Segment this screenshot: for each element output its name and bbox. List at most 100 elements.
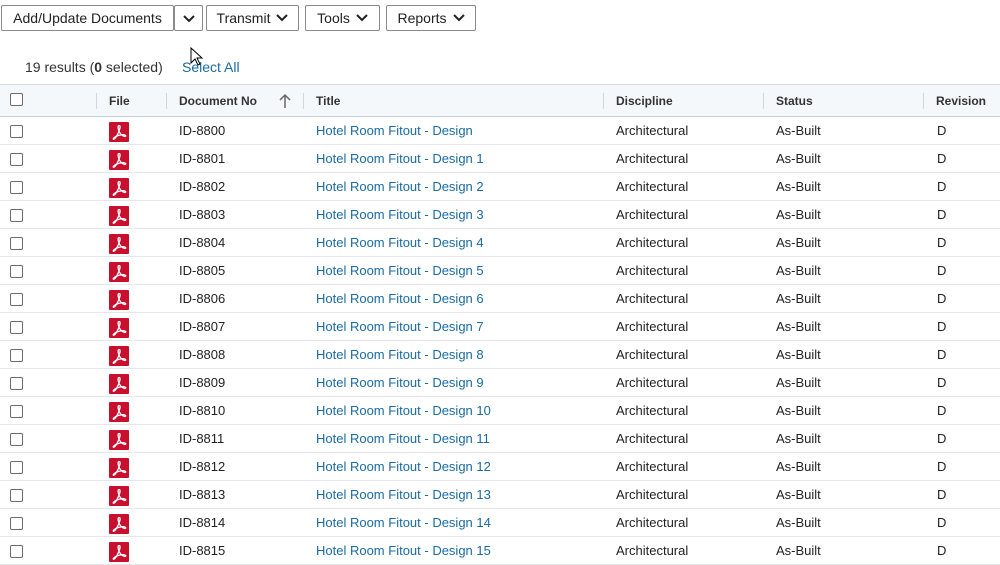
document-no-cell: ID-8814 bbox=[179, 515, 226, 530]
revision-cell: D bbox=[937, 207, 947, 222]
table-row[interactable]: ID-8807 Hotel Room Fitout - Design 7 Archi… bbox=[0, 313, 1000, 341]
chevron-down-icon bbox=[182, 10, 195, 26]
column-header-status[interactable]: Status bbox=[764, 85, 813, 117]
row-checkbox[interactable] bbox=[10, 405, 23, 418]
document-no-cell: ID-8807 bbox=[179, 319, 226, 334]
document-no-cell: ID-8810 bbox=[179, 403, 226, 418]
revision-cell: D bbox=[937, 291, 947, 306]
status-cell: As-Built bbox=[776, 179, 821, 194]
table-row[interactable]: ID-8804 Hotel Room Fitout - Design 4 Archi… bbox=[0, 229, 1000, 257]
status-cell: As-Built bbox=[776, 235, 821, 250]
select-all-checkbox[interactable] bbox=[10, 93, 23, 106]
document-no-cell: ID-8812 bbox=[179, 459, 226, 474]
table-row[interactable]: ID-8806 Hotel Room Fitout - Design 6 Archi… bbox=[0, 285, 1000, 313]
pdf-icon[interactable] bbox=[109, 346, 129, 366]
pdf-icon[interactable] bbox=[109, 206, 129, 226]
title-link[interactable]: Hotel Room Fitout - Design 3 bbox=[316, 201, 484, 228]
select-all-link[interactable]: Select All bbox=[182, 59, 240, 75]
row-checkbox[interactable] bbox=[10, 321, 23, 334]
column-header-title[interactable]: Title bbox=[304, 85, 340, 117]
title-link[interactable]: Hotel Room Fitout - Design 8 bbox=[316, 341, 484, 368]
title-link[interactable]: Hotel Room Fitout - Design 5 bbox=[316, 257, 484, 284]
add-update-documents-button[interactable]: Add/Update Documents bbox=[1, 5, 174, 31]
table-row[interactable]: ID-8810 Hotel Room Fitout - Design 10 Arch… bbox=[0, 397, 1000, 425]
document-no-cell: ID-8803 bbox=[179, 207, 226, 222]
discipline-cell: Architectural bbox=[616, 347, 689, 362]
pdf-icon[interactable] bbox=[109, 542, 129, 562]
discipline-cell: Architectural bbox=[616, 515, 689, 530]
column-header-discipline[interactable]: Discipline bbox=[604, 85, 673, 117]
title-link[interactable]: Hotel Room Fitout - Design 1 bbox=[316, 145, 484, 172]
row-checkbox[interactable] bbox=[10, 349, 23, 362]
table-row[interactable]: ID-8813 Hotel Room Fitout - Design 13 Arch… bbox=[0, 481, 1000, 509]
add-update-dropdown-button[interactable] bbox=[174, 5, 203, 31]
row-checkbox[interactable] bbox=[10, 125, 23, 138]
row-checkbox[interactable] bbox=[10, 237, 23, 250]
title-link[interactable]: Hotel Room Fitout - Design 9 bbox=[316, 369, 484, 396]
pdf-icon[interactable] bbox=[109, 430, 129, 450]
table-row[interactable]: ID-8800 Hotel Room Fitout - Design Archite… bbox=[0, 117, 1000, 145]
status-cell: As-Built bbox=[776, 543, 821, 558]
table-row[interactable]: ID-8811 Hotel Room Fitout - Design 11 Arch… bbox=[0, 425, 1000, 453]
row-checkbox[interactable] bbox=[10, 489, 23, 502]
title-link[interactable]: Hotel Room Fitout - Design bbox=[316, 117, 473, 144]
discipline-cell: Architectural bbox=[616, 235, 689, 250]
column-header-file[interactable]: File bbox=[97, 85, 130, 117]
status-cell: As-Built bbox=[776, 487, 821, 502]
row-checkbox[interactable] bbox=[10, 265, 23, 278]
row-checkbox[interactable] bbox=[10, 545, 23, 558]
status-cell: As-Built bbox=[776, 375, 821, 390]
title-link[interactable]: Hotel Room Fitout - Design 4 bbox=[316, 229, 484, 256]
reports-button[interactable]: Reports bbox=[386, 5, 476, 31]
row-checkbox[interactable] bbox=[10, 181, 23, 194]
sort-ascending-icon[interactable] bbox=[278, 93, 292, 112]
pdf-icon[interactable] bbox=[109, 150, 129, 170]
table-row[interactable]: ID-8801 Hotel Room Fitout - Design 1 Archi… bbox=[0, 145, 1000, 173]
title-link[interactable]: Hotel Room Fitout - Design 2 bbox=[316, 173, 484, 200]
transmit-button[interactable]: Transmit bbox=[206, 5, 299, 31]
row-checkbox[interactable] bbox=[10, 517, 23, 530]
title-link[interactable]: Hotel Room Fitout - Design 11 bbox=[316, 425, 490, 452]
title-link[interactable]: Hotel Room Fitout - Design 15 bbox=[316, 537, 491, 564]
title-link[interactable]: Hotel Room Fitout - Design 13 bbox=[316, 481, 491, 508]
pdf-icon[interactable] bbox=[109, 122, 129, 142]
pdf-icon[interactable] bbox=[109, 234, 129, 254]
row-checkbox[interactable] bbox=[10, 461, 23, 474]
pdf-icon[interactable] bbox=[109, 374, 129, 394]
table-row[interactable]: ID-8802 Hotel Room Fitout - Design 2 Archi… bbox=[0, 173, 1000, 201]
title-link[interactable]: Hotel Room Fitout - Design 12 bbox=[316, 453, 491, 480]
row-checkbox[interactable] bbox=[10, 209, 23, 222]
pdf-icon[interactable] bbox=[109, 402, 129, 422]
discipline-cell: Architectural bbox=[616, 375, 689, 390]
pdf-icon[interactable] bbox=[109, 458, 129, 478]
row-checkbox[interactable] bbox=[10, 433, 23, 446]
pdf-icon[interactable] bbox=[109, 486, 129, 506]
table-row[interactable]: ID-8808 Hotel Room Fitout - Design 8 Archi… bbox=[0, 341, 1000, 369]
table-row[interactable]: ID-8815 Hotel Room Fitout - Design 15 Arch… bbox=[0, 537, 1000, 565]
table-row[interactable]: ID-8812 Hotel Room Fitout - Design 12 Arch… bbox=[0, 453, 1000, 481]
column-header-document-no[interactable]: Document No bbox=[167, 85, 257, 117]
reports-label: Reports bbox=[397, 10, 447, 26]
pdf-icon[interactable] bbox=[109, 262, 129, 282]
discipline-cell: Architectural bbox=[616, 151, 689, 166]
pdf-icon[interactable] bbox=[109, 178, 129, 198]
table-row[interactable]: ID-8803 Hotel Room Fitout - Design 3 Archi… bbox=[0, 201, 1000, 229]
revision-cell: D bbox=[937, 431, 947, 446]
row-checkbox[interactable] bbox=[10, 377, 23, 390]
title-link[interactable]: Hotel Room Fitout - Design 6 bbox=[316, 285, 484, 312]
title-link[interactable]: Hotel Room Fitout - Design 10 bbox=[316, 397, 491, 424]
document-no-cell: ID-8813 bbox=[179, 487, 226, 502]
column-header-revision[interactable]: Revision bbox=[924, 85, 986, 117]
title-link[interactable]: Hotel Room Fitout - Design 7 bbox=[316, 313, 484, 340]
table-row[interactable]: ID-8814 Hotel Room Fitout - Design 14 Arch… bbox=[0, 509, 1000, 537]
pdf-icon[interactable] bbox=[109, 290, 129, 310]
tools-button[interactable]: Tools bbox=[305, 5, 380, 31]
table-row[interactable]: ID-8809 Hotel Room Fitout - Design 9 Archi… bbox=[0, 369, 1000, 397]
title-link[interactable]: Hotel Room Fitout - Design 14 bbox=[316, 509, 491, 536]
row-checkbox[interactable] bbox=[10, 293, 23, 306]
pdf-icon[interactable] bbox=[109, 318, 129, 338]
pdf-icon[interactable] bbox=[109, 514, 129, 534]
row-checkbox[interactable] bbox=[10, 153, 23, 166]
revision-cell: D bbox=[937, 543, 947, 558]
table-row[interactable]: ID-8805 Hotel Room Fitout - Design 5 Archi… bbox=[0, 257, 1000, 285]
